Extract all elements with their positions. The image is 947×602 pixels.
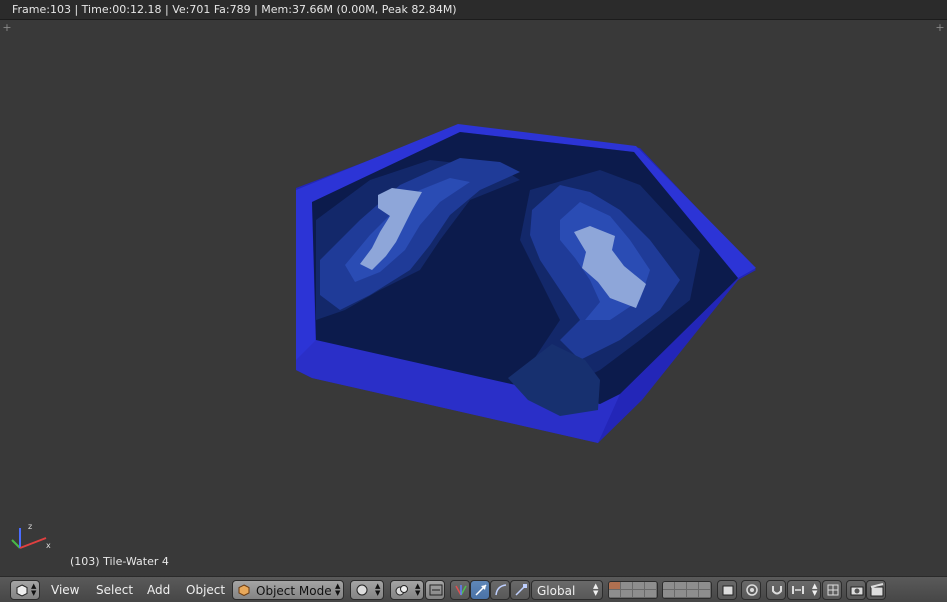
solid-sphere-icon (356, 584, 368, 596)
manipulator-toggle-icon (455, 585, 467, 596)
pivot-point-selector[interactable]: ▲ ▼ (390, 580, 424, 600)
manipulator-toggle-button[interactable] (450, 580, 470, 600)
mode-selector[interactable]: Object Mode ▲ ▼ (232, 580, 344, 600)
layer-buttons-left[interactable] (608, 581, 658, 599)
render-image-button[interactable] (846, 580, 866, 600)
snap-element-icon (792, 586, 804, 594)
snap-target-button[interactable] (822, 580, 842, 600)
translate-manipulator-button[interactable] (470, 580, 490, 600)
layer-button[interactable] (621, 582, 633, 598)
render-camera-icon (850, 586, 864, 596)
pivot-point-icon (395, 585, 408, 596)
object-cube-icon (238, 584, 250, 596)
dropdown-arrows-icon: ▲ ▼ (31, 582, 37, 597)
menu-view[interactable]: View (51, 583, 79, 597)
layer-button[interactable] (687, 582, 699, 598)
info-bar: Frame:103 | Time:00:12.18 | Ve:701 Fa:78… (0, 0, 947, 20)
snap-element-selector[interactable]: ▲ ▼ (787, 580, 821, 600)
layers-lock-icon (722, 585, 734, 596)
layer-button[interactable] (675, 582, 687, 598)
scale-manipulator-button[interactable] (510, 580, 530, 600)
mode-label: Object Mode (256, 584, 332, 598)
scene-render[interactable] (0, 20, 947, 576)
lock-camera-layers-button[interactable] (717, 580, 737, 600)
snap-center-button[interactable] (425, 580, 445, 600)
dropdown-arrows-icon: ▲ ▼ (593, 582, 599, 597)
dropdown-arrows-icon: ▲ ▼ (335, 582, 341, 597)
transform-center-icon (429, 584, 443, 596)
dropdown-arrows-icon: ▲ ▼ (375, 582, 381, 597)
layer-buttons-right[interactable] (662, 581, 712, 599)
menu-add[interactable]: Add (147, 583, 170, 597)
layer-button[interactable] (663, 582, 675, 598)
translate-arrow-icon (475, 584, 487, 596)
menu-object[interactable]: Object (186, 583, 225, 597)
rotate-manipulator-button[interactable] (490, 580, 510, 600)
orientation-selector[interactable]: Global ▲ ▼ (531, 580, 603, 600)
proportional-edit-button[interactable] (741, 580, 761, 600)
3d-view-icon (16, 584, 28, 597)
3d-view-header: ▲ ▼ View Select Add Object Object Mode ▲ ▼… (0, 576, 947, 602)
snap-grid-icon (827, 584, 839, 596)
proportional-edit-icon (746, 584, 758, 596)
render-animation-button[interactable] (866, 580, 886, 600)
layer-button[interactable] (699, 582, 711, 598)
snap-magnet-icon (772, 586, 782, 595)
axis-z-label: z (28, 522, 32, 531)
dropdown-arrows-icon: ▲ ▼ (812, 582, 818, 597)
info-stats-text: Frame:103 | Time:00:12.18 | Ve:701 Fa:78… (12, 3, 457, 16)
layer-button[interactable] (633, 582, 645, 598)
menu-select[interactable]: Select (96, 583, 133, 597)
rotate-arc-icon (495, 584, 507, 596)
orientation-label: Global (537, 584, 576, 598)
dropdown-arrows-icon: ▲ ▼ (415, 582, 421, 597)
layer-button[interactable] (645, 582, 657, 598)
3d-viewport[interactable]: + + z x (103) Tile-Water 4 (0, 20, 947, 576)
scale-icon (515, 584, 527, 596)
snap-toggle-button[interactable] (766, 580, 786, 600)
render-animation-icon (870, 583, 884, 597)
editor-type-selector[interactable]: ▲ ▼ (10, 580, 40, 600)
active-object-label: (103) Tile-Water 4 (70, 555, 169, 568)
axis-x-label: x (46, 541, 51, 550)
axis-gizmo-icon: z x (11, 522, 51, 550)
viewport-shading-selector[interactable]: ▲ ▼ (350, 580, 384, 600)
layer-button[interactable] (609, 582, 621, 598)
